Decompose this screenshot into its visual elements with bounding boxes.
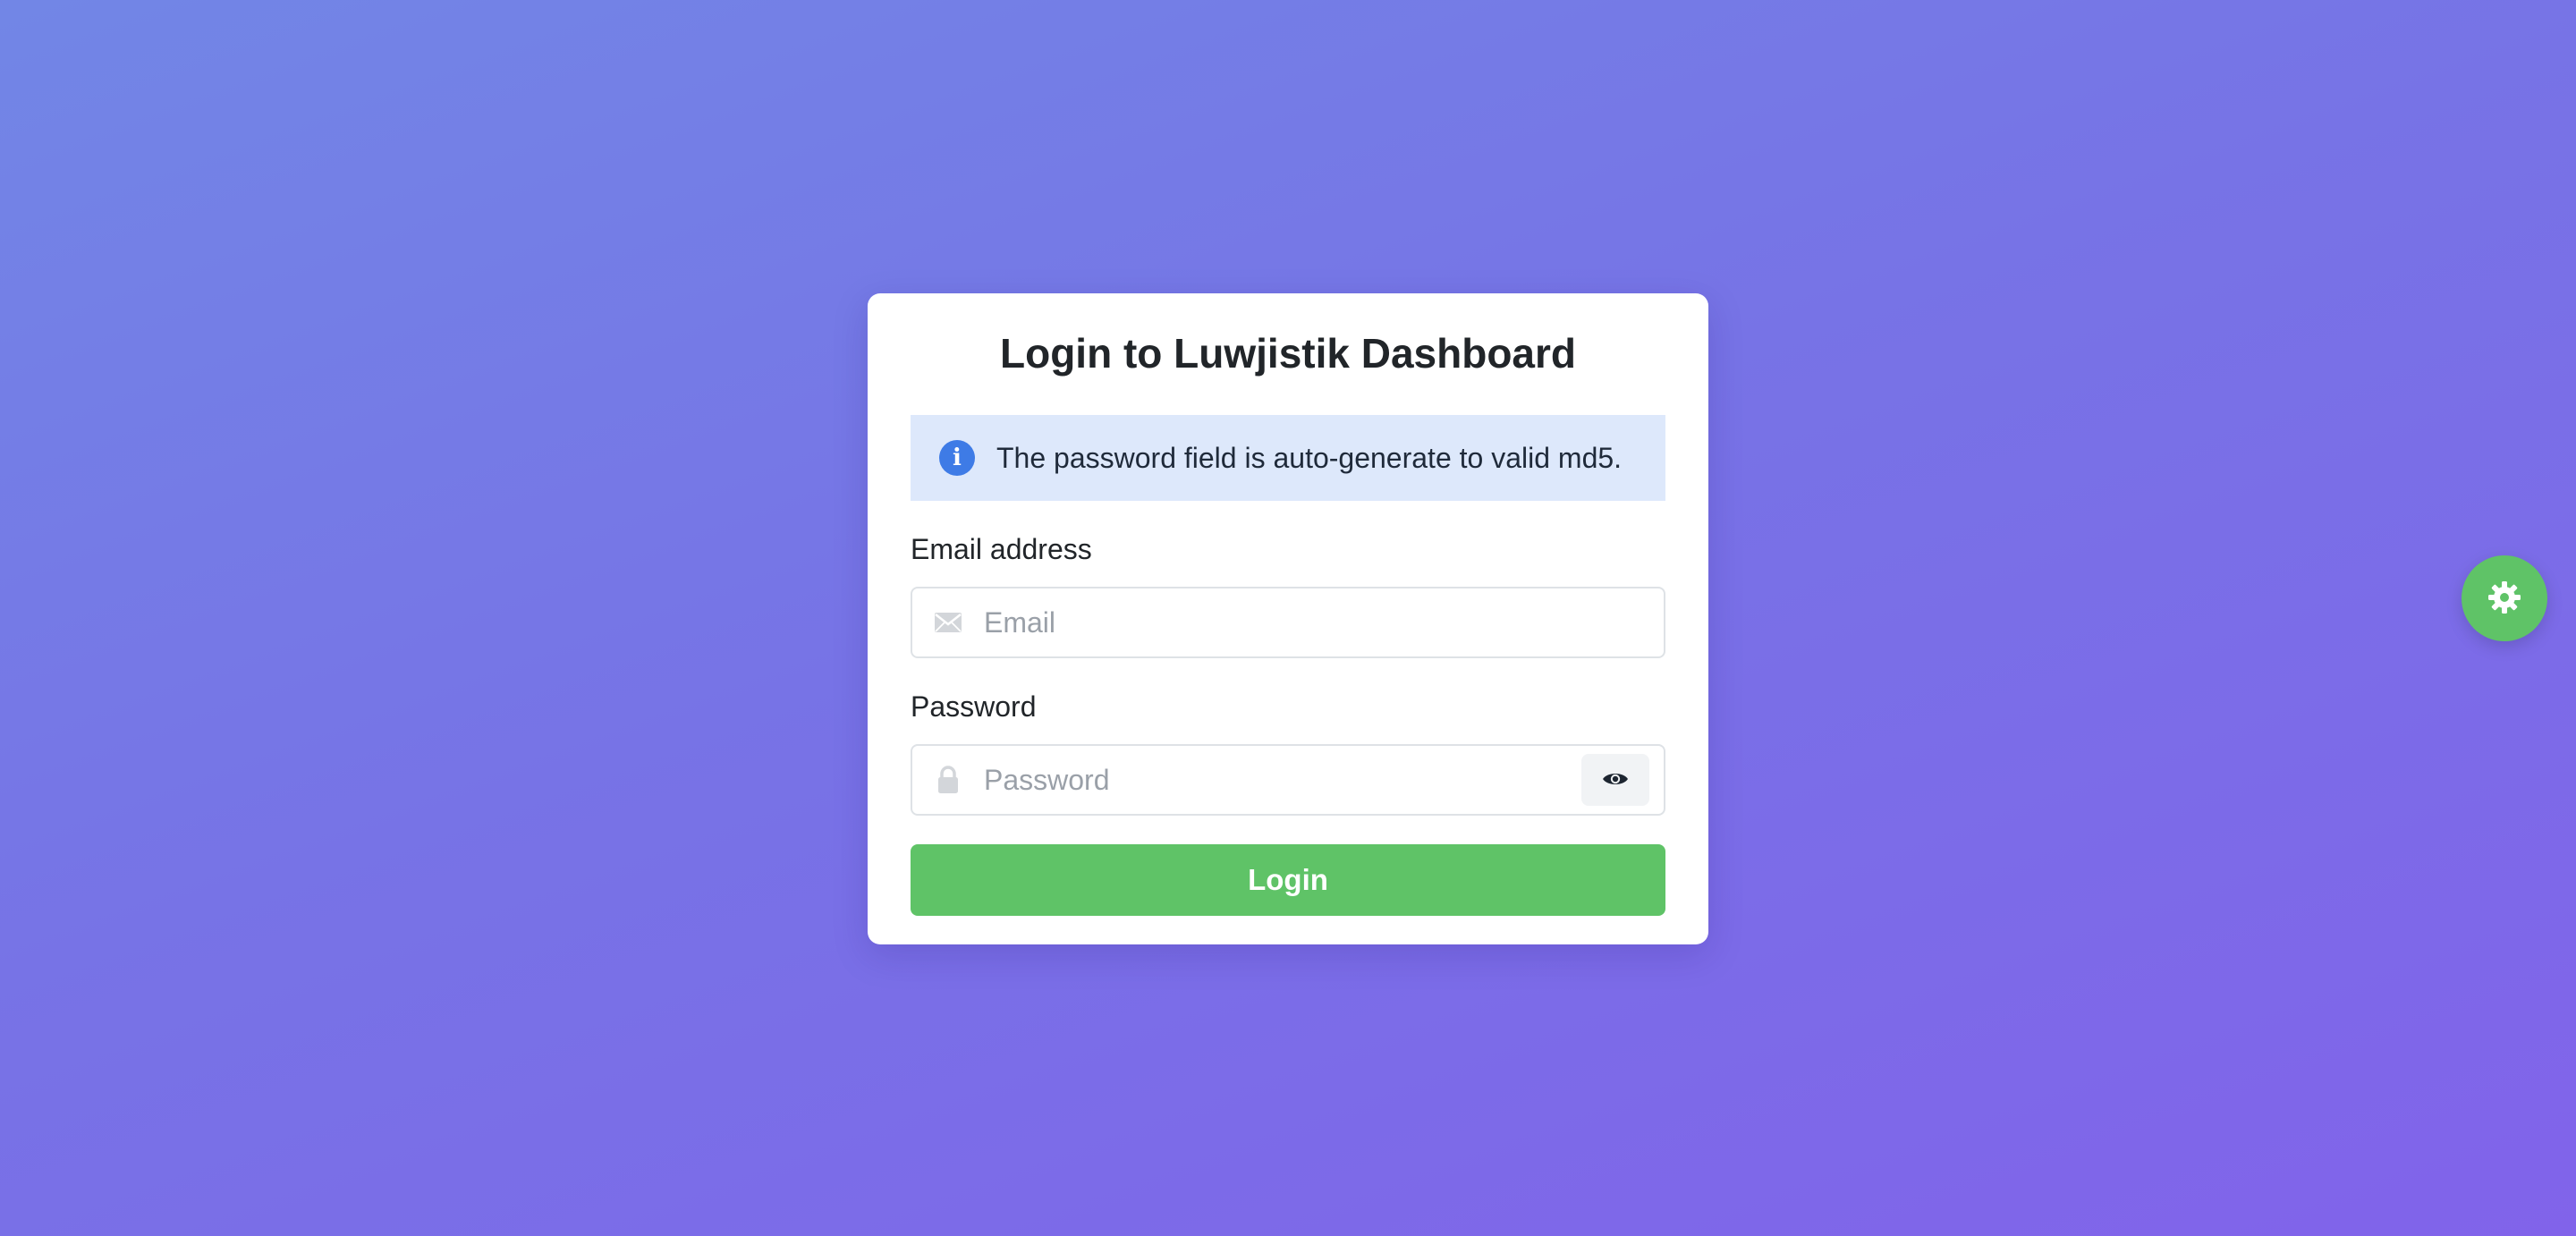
alert-text: The password field is auto-generate to v… [996, 441, 1623, 474]
toggle-password-visibility-button[interactable] [1581, 754, 1649, 806]
envelope-icon [930, 612, 966, 633]
password-input[interactable] [984, 746, 1581, 814]
email-input[interactable] [984, 588, 1664, 656]
info-icon: i [939, 440, 975, 476]
info-alert: i The password field is auto-generate to… [911, 415, 1665, 501]
password-label: Password [911, 690, 1037, 723]
email-field-wrapper [911, 587, 1665, 658]
password-field-wrapper [911, 744, 1665, 816]
settings-button[interactable] [2462, 555, 2547, 641]
login-card: Login to Luwjistik Dashboard i The passw… [868, 293, 1708, 944]
page-title: Login to Luwjistik Dashboard [1000, 330, 1576, 377]
email-label: Email address [911, 533, 1092, 565]
gear-icon [2487, 580, 2522, 618]
eye-icon [1602, 770, 1629, 791]
login-button[interactable]: Login [911, 844, 1665, 916]
lock-icon [930, 766, 966, 794]
